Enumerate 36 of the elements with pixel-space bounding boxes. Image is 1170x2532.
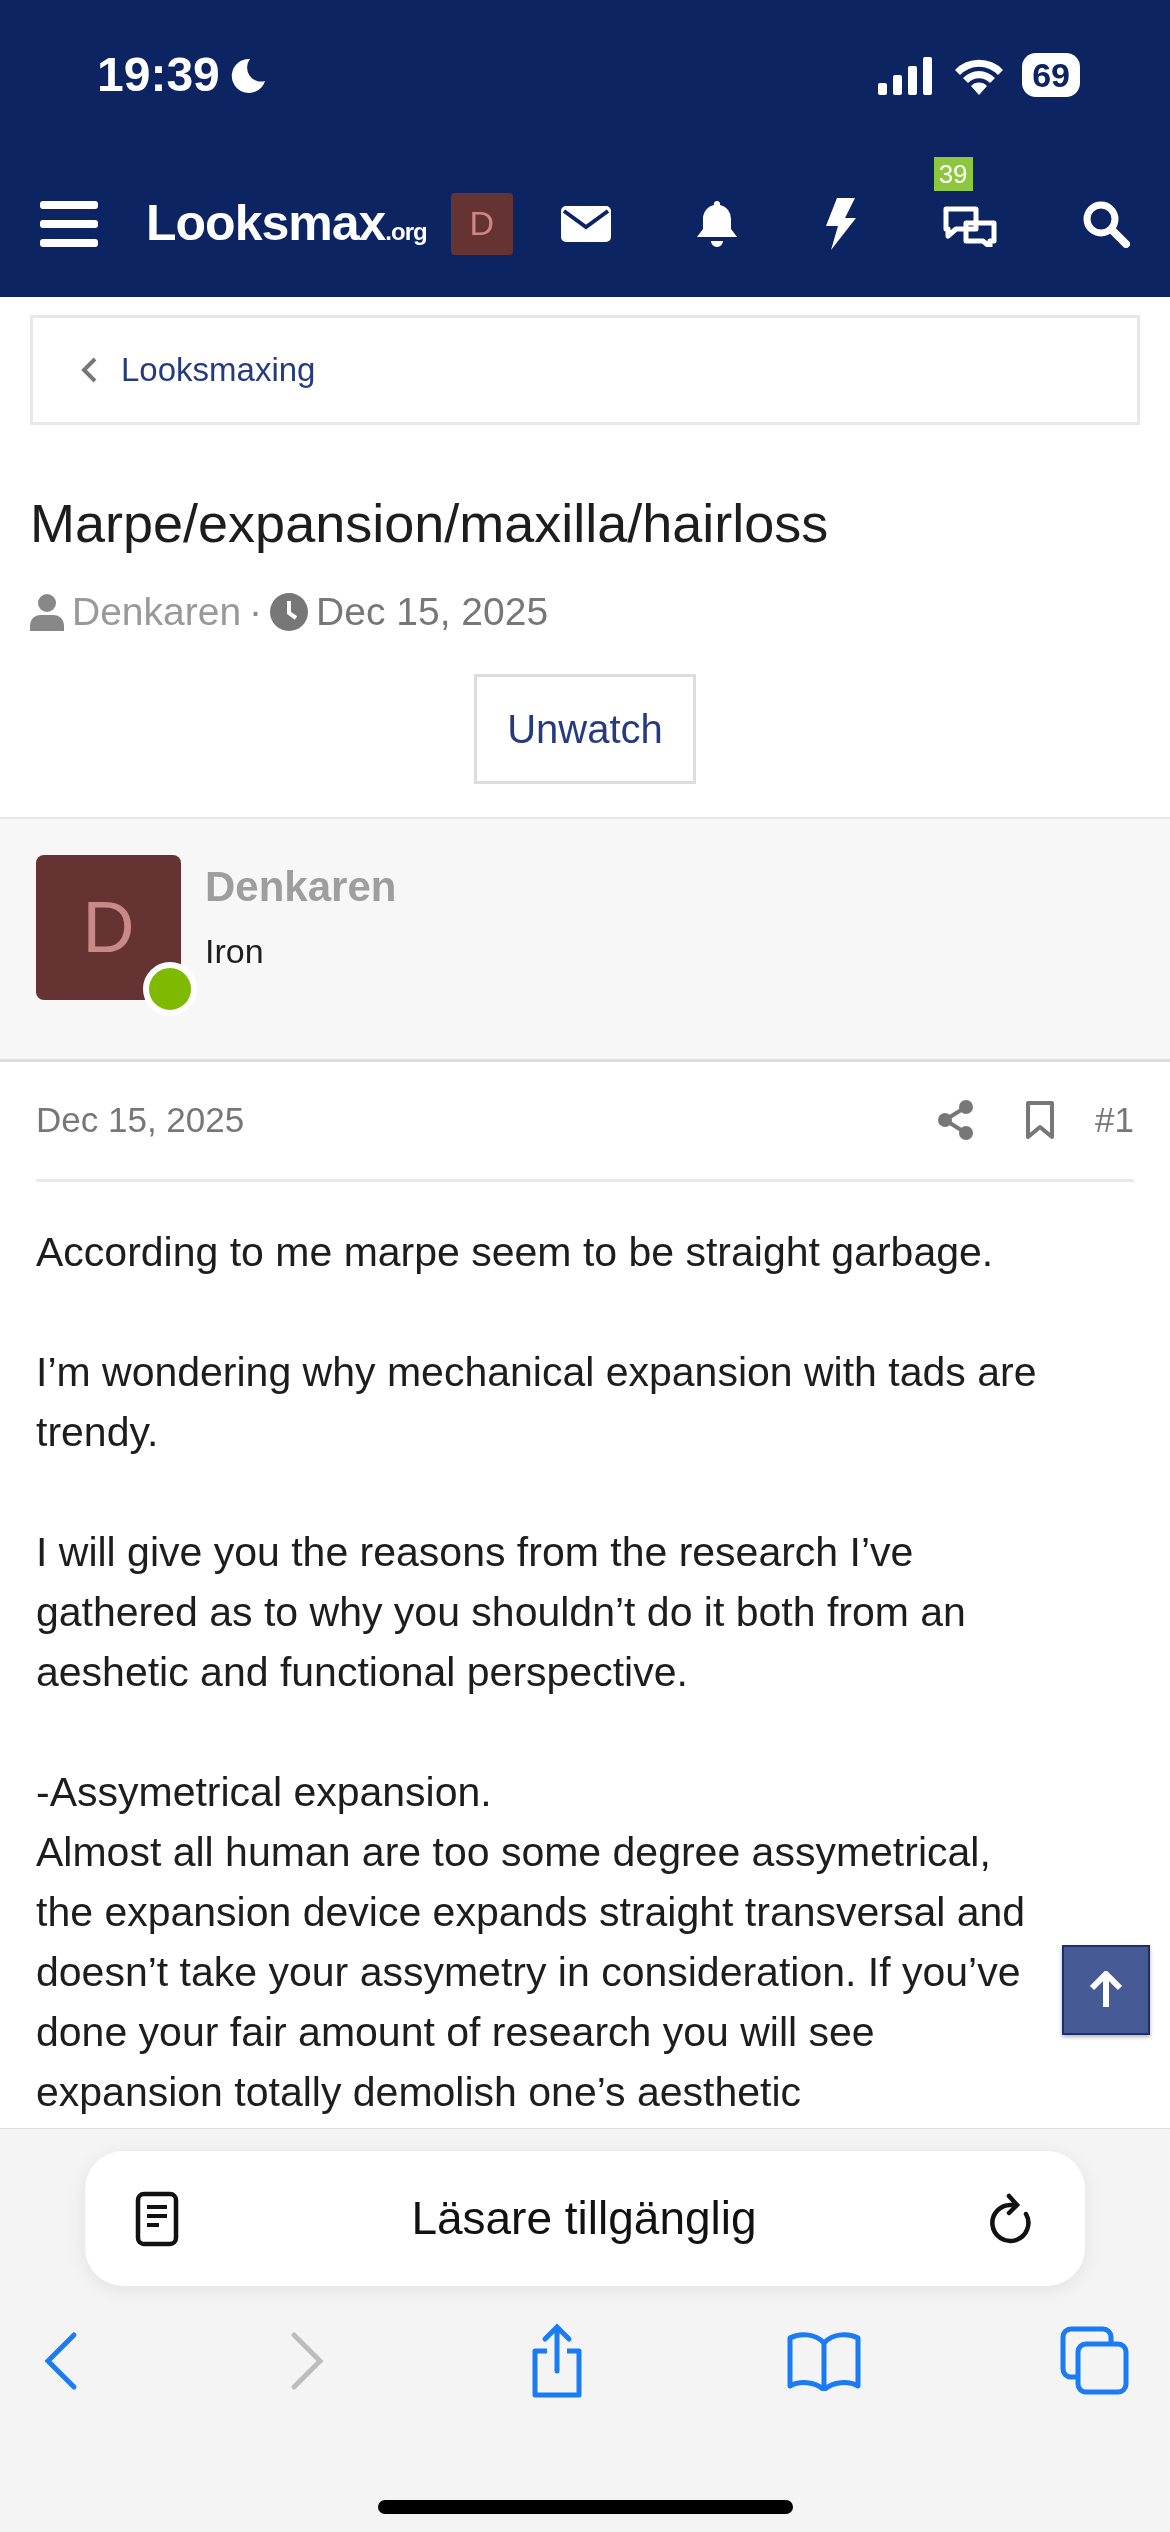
document-icon bbox=[135, 2190, 179, 2247]
site-logo[interactable]: Looksmax.org bbox=[146, 186, 427, 261]
clock-time: 19:39 bbox=[97, 47, 220, 103]
arrow-up-icon bbox=[1089, 1971, 1123, 2009]
user-title: Iron bbox=[205, 930, 265, 972]
battery-indicator: 69 bbox=[1022, 53, 1080, 97]
notification-badge: 39 bbox=[933, 156, 973, 191]
post-date-link[interactable]: Dec 15, 2025 bbox=[36, 1093, 245, 1147]
post-paragraph: -Assymetrical expansion. Almost all human are too some degree assymetrical, the expansion device expands straight transversal and doesn’t take your assymetry in consideration. If you’ve done your fair amount of research you will see expansion totally demolish one’s aesthetic bbox=[36, 1767, 1027, 2117]
thread-title: Marpe/expansion/maxilla/hairloss bbox=[30, 492, 830, 555]
bookmark-icon[interactable] bbox=[1025, 1100, 1056, 1140]
address-bar[interactable]: Läsare tillgänglig bbox=[85, 2151, 1085, 2286]
author-link[interactable]: Denkaren bbox=[72, 583, 242, 642]
envelope-icon[interactable] bbox=[560, 205, 611, 242]
post-paragraph: I will give you the reasons from the research I’ve gathered as to why you shouldn’t do it both from an aeshetic and functional perspective. bbox=[36, 1527, 967, 1697]
thread-date: Dec 15, 2025 bbox=[316, 589, 549, 635]
menu-icon[interactable] bbox=[40, 200, 98, 247]
avatar[interactable]: D bbox=[450, 192, 513, 255]
bell-icon[interactable] bbox=[695, 198, 739, 249]
open-book-icon[interactable] bbox=[786, 2331, 861, 2391]
breadcrumb-link[interactable]: Looksmaxing bbox=[30, 315, 1140, 425]
unwatch-button[interactable]: Unwatch bbox=[474, 673, 696, 784]
scroll-to-top-button[interactable] bbox=[1062, 1945, 1150, 2035]
share-icon[interactable] bbox=[937, 1100, 976, 1140]
clock-icon bbox=[270, 593, 309, 632]
chevron-left-icon bbox=[81, 357, 97, 383]
search-icon[interactable] bbox=[1081, 199, 1130, 248]
post-paragraph: According to me marpe seem to be straight garbage. bbox=[36, 1227, 995, 1277]
separator-dot: · bbox=[249, 589, 263, 635]
person-icon bbox=[30, 593, 64, 632]
avatar[interactable]: D bbox=[36, 854, 181, 1000]
lightning-icon[interactable] bbox=[823, 197, 858, 250]
tabs-icon[interactable] bbox=[1060, 2326, 1130, 2396]
post-number-link[interactable]: #1 bbox=[1095, 1093, 1134, 1147]
post-paragraph: I’m wondering why mechanical expansion with tads are trendy. bbox=[36, 1347, 1038, 1457]
username-link[interactable]: Denkaren bbox=[205, 854, 397, 918]
